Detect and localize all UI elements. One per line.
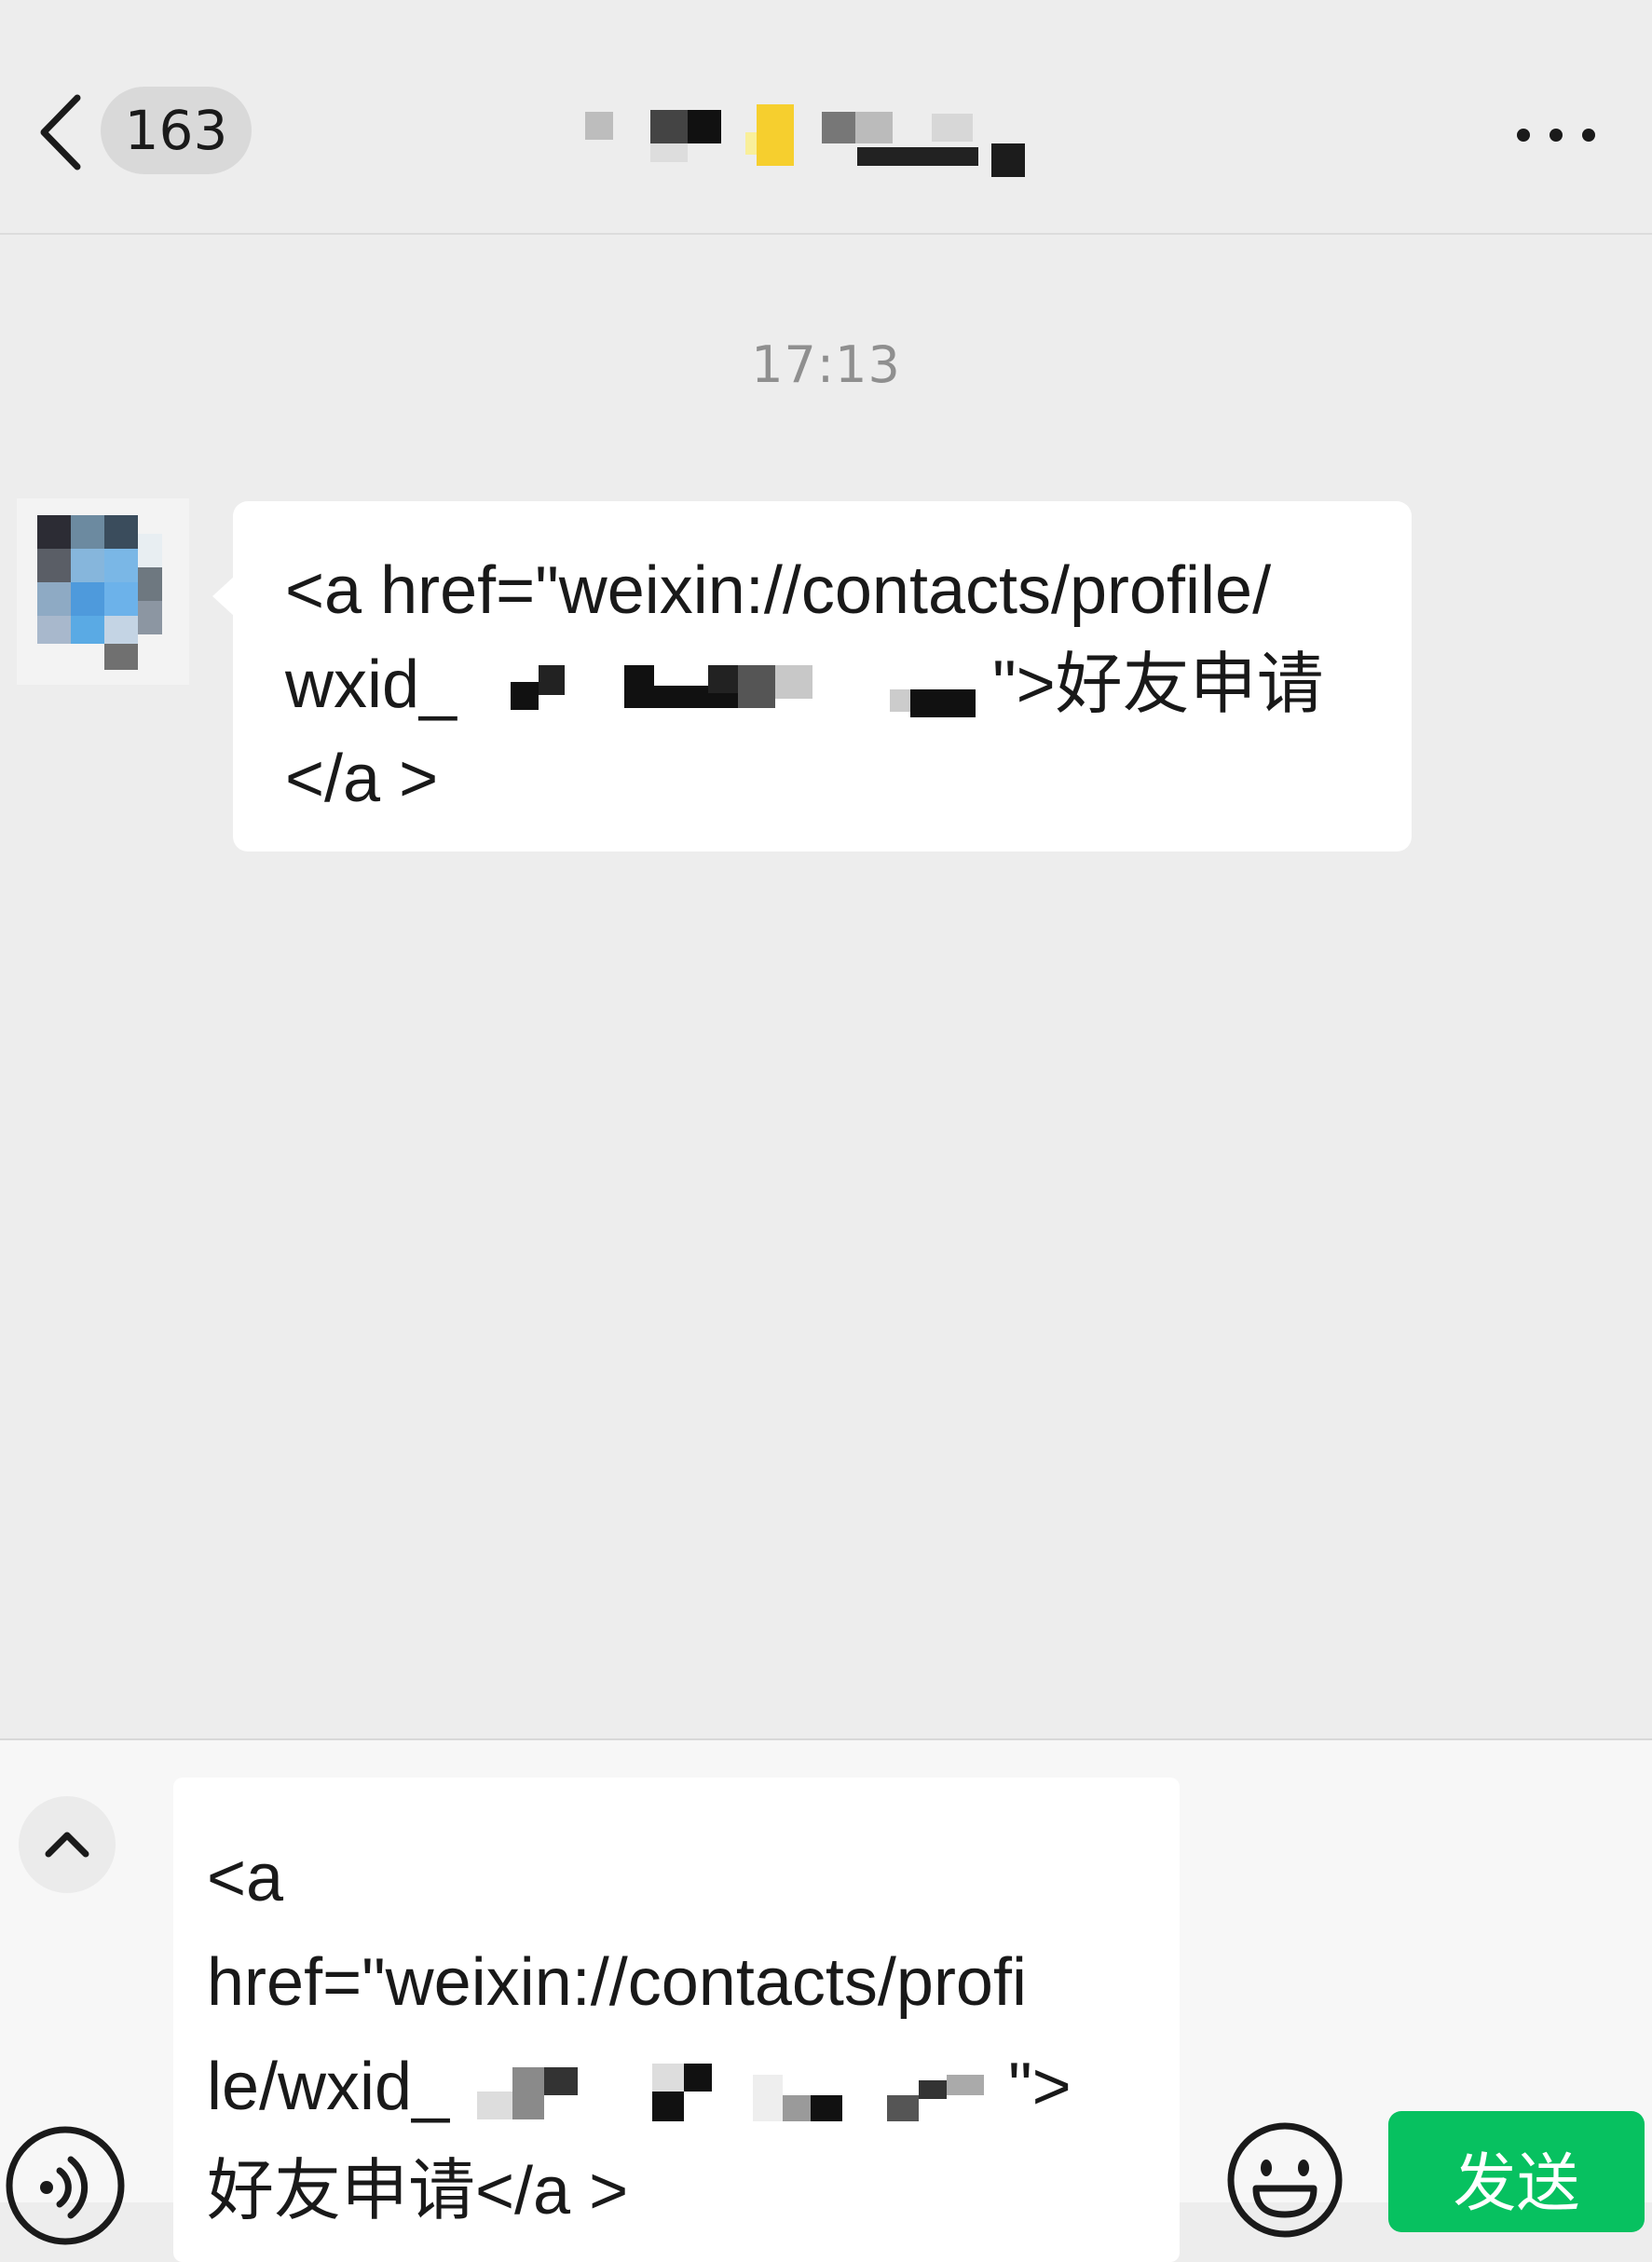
voice-input-button[interactable]	[0, 2120, 130, 2251]
voice-icon	[6, 2126, 125, 2245]
input-link-close: ">	[1008, 2050, 1072, 2124]
redacted-wxid-input	[449, 2054, 1008, 2129]
message-input[interactable]: <a href="weixin://contacts/profi le/wxid…	[173, 1778, 1180, 2262]
input-wxid-prefix: le/wxid_	[207, 2050, 450, 2124]
emoji-icon	[1227, 2122, 1343, 2238]
message-line-2: wxid_ ">好友申请	[285, 638, 1374, 732]
unread-count-badge[interactable]: 163	[101, 87, 252, 174]
expand-button[interactable]	[19, 1796, 116, 1893]
chevron-left-icon	[40, 94, 81, 170]
message-timestamp: 17:13	[751, 335, 901, 394]
chevron-up-icon	[45, 1832, 89, 1858]
redacted-wxid	[457, 652, 992, 727]
send-button-label: 发送	[1453, 2147, 1580, 2221]
send-button[interactable]: 发送	[1388, 2111, 1645, 2232]
message-link-text: ">好友申请	[992, 647, 1324, 722]
input-line-2: href="weixin://contacts/profi	[207, 1945, 1027, 2020]
contact-avatar[interactable]	[17, 498, 189, 685]
message-line-1: <a href="weixin://contacts/profile/	[285, 553, 1272, 628]
emoji-button[interactable]	[1222, 2118, 1348, 2243]
composer-bar: <a href="weixin://contacts/profi le/wxid…	[0, 1738, 1652, 2262]
more-options-button[interactable]	[1509, 102, 1603, 168]
message-bubble[interactable]: <a href="weixin://contacts/profile/ wxid…	[212, 501, 1412, 852]
chat-header: 163	[0, 0, 1652, 235]
unread-count: 163	[124, 99, 228, 162]
message-line-3: </a >	[285, 742, 439, 816]
back-button[interactable]	[28, 86, 93, 179]
input-line-3: le/wxid_ ">	[207, 2035, 1152, 2139]
input-line-4: 好友申请</a >	[207, 2154, 629, 2228]
input-line-1: <a	[207, 1841, 284, 1915]
chat-title-redacted	[578, 104, 1034, 179]
message-wxid-prefix: wxid_	[285, 647, 457, 722]
ellipsis-icon	[1517, 129, 1595, 142]
